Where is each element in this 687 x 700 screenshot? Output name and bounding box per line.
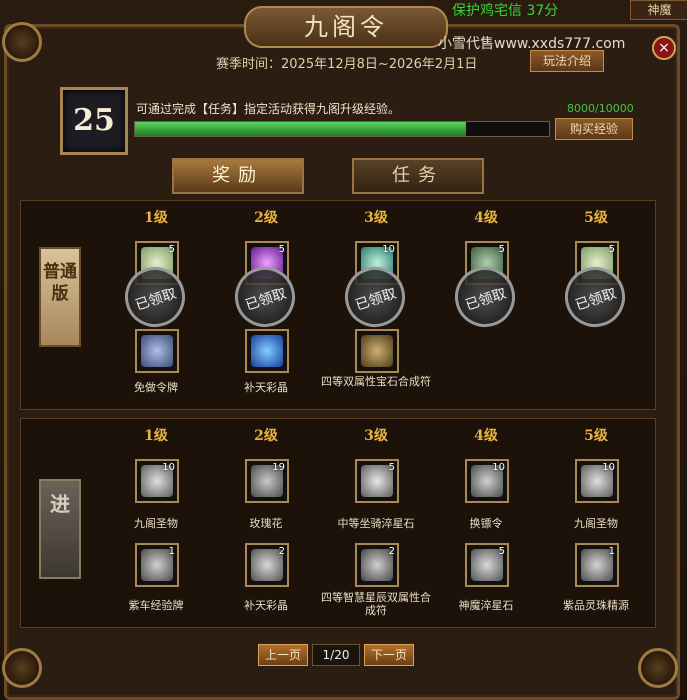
exp-text: 8000/10000	[567, 102, 634, 115]
item-name: 中等坐骑淬星石	[337, 517, 415, 530]
reward-slot[interactable]: 19	[245, 459, 289, 503]
level-label: 5级	[584, 210, 608, 226]
claimed-stamp: 已领取	[447, 259, 523, 335]
page-indicator: 1/20	[312, 644, 360, 666]
reward-slot[interactable]: 2	[245, 543, 289, 587]
item-icon	[361, 335, 393, 367]
item-name: 九阁圣物	[134, 517, 178, 530]
item-count: 5	[388, 462, 395, 473]
season-time: 赛季时间：2025年12月8日~2026年2月1日	[216, 57, 478, 72]
item-name: 玫瑰花	[249, 517, 283, 530]
item-count: 2	[388, 546, 395, 557]
item-name: 紫品灵珠精源	[563, 599, 629, 612]
rules-button[interactable]: 玩法介绍	[530, 50, 604, 72]
level-badge: 25	[60, 87, 128, 155]
item-count: 5	[608, 244, 615, 255]
window-title: 九阁令	[304, 13, 388, 41]
item-name: 四等智慧星辰双属性合成符	[321, 591, 431, 617]
corner-ornament	[638, 648, 678, 688]
level-number: 25	[73, 103, 115, 138]
claimed-stamp: 已领取	[337, 259, 413, 335]
reward-slot[interactable]: 10	[575, 459, 619, 503]
item-count: 10	[162, 462, 175, 473]
reward-slot[interactable]: 5	[355, 459, 399, 503]
reward-slot[interactable]: 10	[135, 459, 179, 503]
normal-tier-panel: 普通版 1级 5 已领取 免做令牌 2级 5 已领取 补天彩晶 3级 10 已领…	[20, 200, 656, 410]
corner-ornament	[2, 22, 42, 62]
claimed-stamp: 已领取	[557, 259, 633, 335]
item-count: 5	[498, 546, 505, 557]
item-name: 补天彩晶	[244, 381, 288, 394]
item-count: 2	[278, 546, 285, 557]
normal-tier-badge: 普通版	[39, 247, 81, 347]
item-name: 免做令牌	[134, 381, 178, 394]
tab-rewards[interactable]: 奖励	[172, 158, 304, 194]
item-count: 10	[492, 462, 505, 473]
top-right-tag[interactable]: 神魔	[630, 0, 687, 20]
item-name: 九阁圣物	[574, 517, 618, 530]
reward-slot[interactable]: 1	[135, 543, 179, 587]
next-page-button[interactable]: 下一页	[364, 644, 414, 666]
item-name: 四等双属性宝石合成符	[321, 375, 431, 388]
item-count: 10	[382, 244, 395, 255]
level-label: 2级	[254, 428, 278, 444]
claimed-stamp: 已领取	[227, 259, 303, 335]
level-label: 2级	[254, 210, 278, 226]
level-label: 3级	[364, 210, 388, 226]
corner-ornament	[2, 648, 42, 688]
reward-slot[interactable]: 1	[575, 543, 619, 587]
exp-progress-fill	[135, 122, 467, 136]
level-label: 3级	[364, 428, 388, 444]
level-label: 5级	[584, 428, 608, 444]
item-name: 补天彩晶	[244, 599, 288, 612]
item-count: 5	[498, 244, 505, 255]
level-label: 1级	[144, 210, 168, 226]
reward-slot[interactable]	[245, 329, 289, 373]
advanced-tier-panel: 进 1级 10 九阁圣物 1 紫车经验牌 2级 19 玫瑰花 2 补天彩晶 3级…	[20, 418, 656, 628]
level-label: 4级	[474, 210, 498, 226]
item-name: 换镖令	[469, 517, 503, 530]
level-label: 1级	[144, 428, 168, 444]
close-icon[interactable]: ×	[652, 36, 676, 60]
level-label: 4级	[474, 428, 498, 444]
claimed-stamp: 已领取	[117, 259, 193, 335]
item-count: 19	[272, 462, 285, 473]
top-tag: 保护鸡宅信 37分	[452, 3, 559, 19]
item-count: 10	[602, 462, 615, 473]
tab-tasks[interactable]: 任务	[352, 158, 484, 194]
reward-slot[interactable]: 10	[465, 459, 509, 503]
item-name: 神魔淬星石	[458, 599, 514, 612]
reward-slot[interactable]	[355, 329, 399, 373]
reward-slot[interactable]: 5	[465, 543, 509, 587]
item-count: 5	[278, 244, 285, 255]
reward-slot[interactable]	[135, 329, 179, 373]
item-count: 1	[168, 546, 175, 557]
description: 可通过完成【任务】指定活动获得九阁升级经验。	[136, 102, 401, 116]
item-icon	[141, 335, 173, 367]
prev-page-button[interactable]: 上一页	[258, 644, 308, 666]
item-icon	[251, 335, 283, 367]
advanced-tier-badge[interactable]: 进	[39, 479, 81, 579]
exp-progress-bar	[134, 121, 550, 137]
item-count: 5	[168, 244, 175, 255]
reward-slot[interactable]: 2	[355, 543, 399, 587]
buy-exp-button[interactable]: 购买经验	[555, 118, 633, 140]
item-name: 紫车经验牌	[128, 599, 184, 612]
item-count: 1	[608, 546, 615, 557]
title-banner: 九阁令	[244, 6, 448, 48]
